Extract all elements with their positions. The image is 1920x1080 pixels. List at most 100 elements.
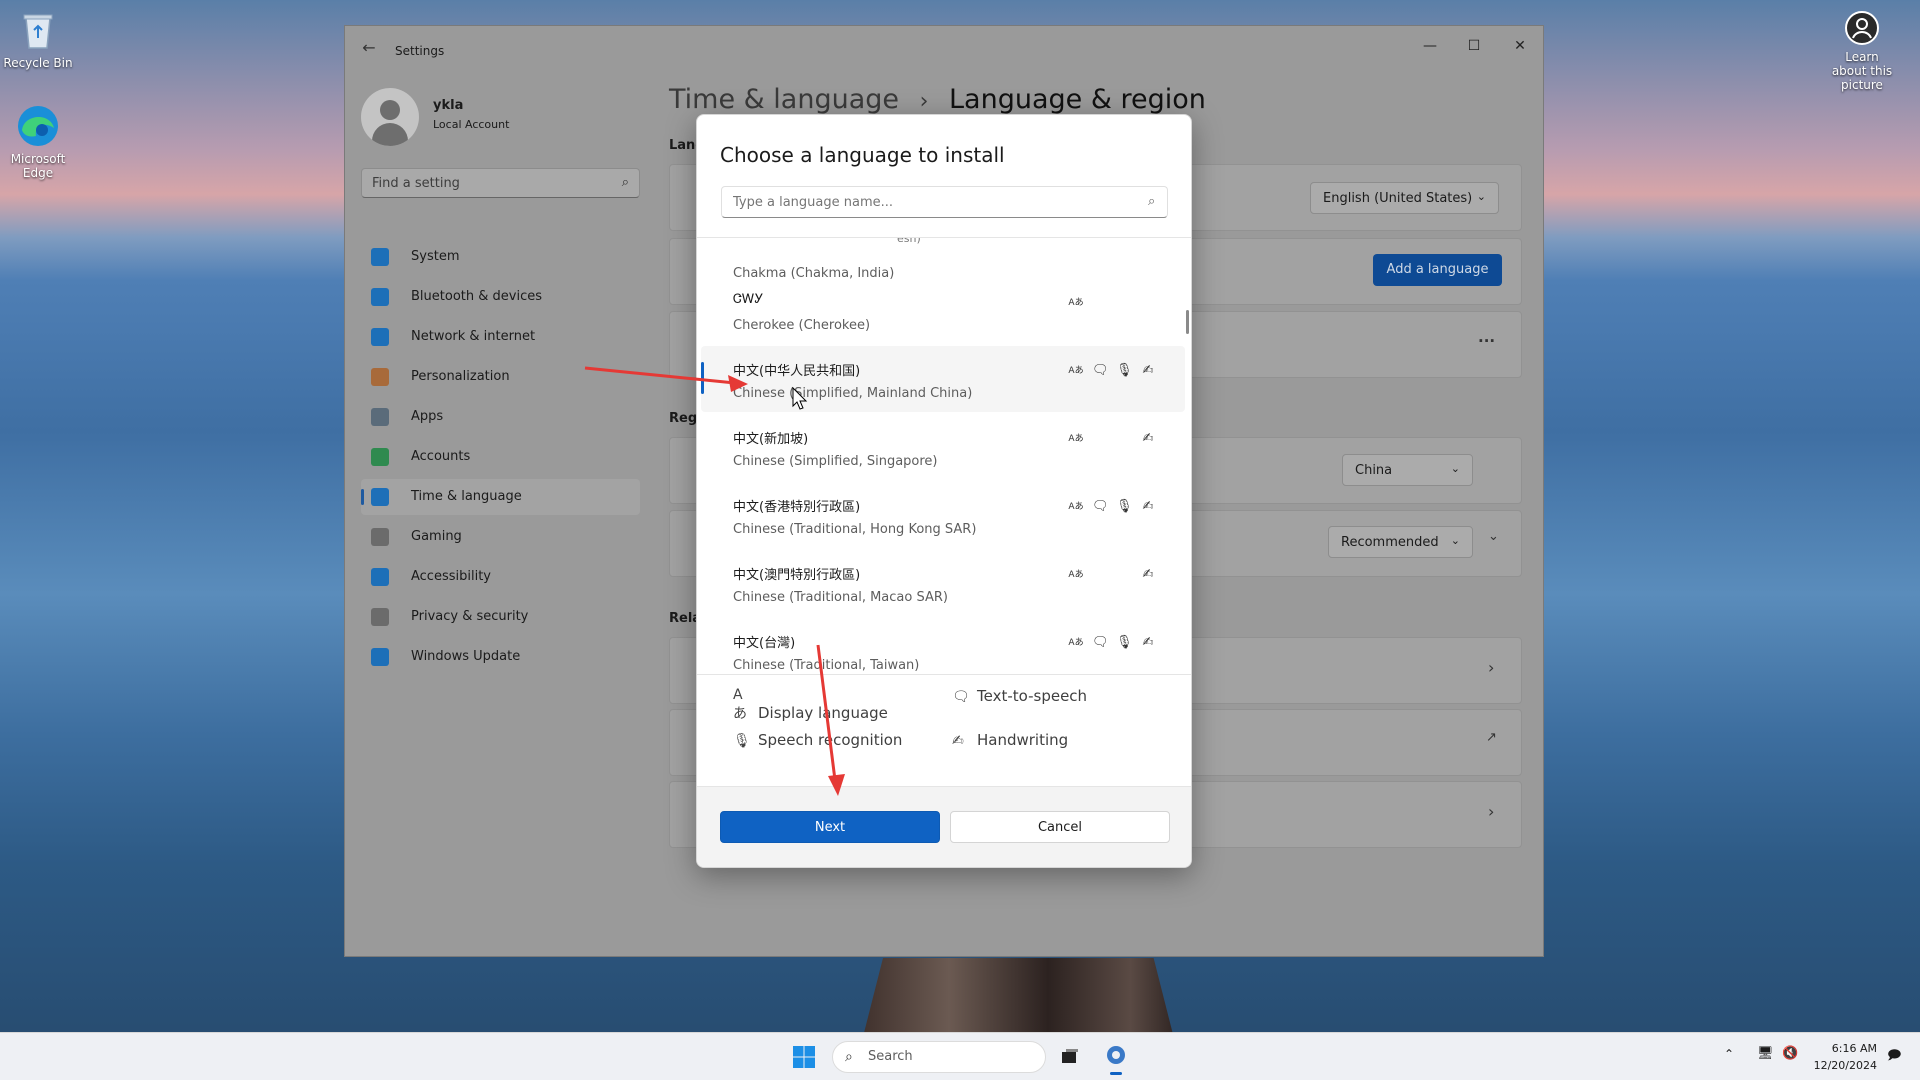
clock-date: 12/20/2024 <box>1813 1059 1877 1072</box>
sidebar-item-system[interactable]: System <box>361 239 640 275</box>
sidebar-nav: System Bluetooth & devices Network & inter… <box>361 239 640 679</box>
language-native-name: 中文(新加坡) <box>733 432 809 447</box>
edge-icon <box>16 104 60 148</box>
language-row[interactable]: 中文(新加坡) Chinese (Simplified, Singapore) Aあ… <box>701 414 1185 480</box>
start-windows-icon[interactable] <box>792 1045 816 1069</box>
display-language-icon: Aあ <box>1068 638 1084 648</box>
network-icon[interactable]: 🖥 <box>1757 1046 1774 1061</box>
avatar[interactable] <box>361 88 419 146</box>
handwriting-icon: ✍ <box>1142 431 1154 446</box>
legend-handwriting: ✍ Handwriting <box>952 731 1069 749</box>
bluetooth-icon <box>371 288 389 306</box>
sidebar-item-privacy-security[interactable]: Privacy & security <box>361 599 640 635</box>
breadcrumb-parent[interactable]: Time & language <box>669 84 899 115</box>
sidebar-item-apps[interactable]: Apps <box>361 399 640 435</box>
regional-format-dropdown[interactable]: Recommended ⌄ <box>1328 526 1473 558</box>
more-options-button[interactable]: ... <box>1478 328 1495 346</box>
text-to-speech-icon: 🗨 <box>1092 363 1109 378</box>
next-button[interactable]: Next <box>720 811 940 843</box>
search-icon: ⌕ <box>621 175 629 190</box>
edge-label: Microsoft Edge <box>10 152 66 180</box>
close-button[interactable]: ✕ <box>1497 32 1543 60</box>
task-view-icon[interactable] <box>1060 1047 1080 1067</box>
sidebar-item-time-language[interactable]: Time & language <box>361 479 640 515</box>
minimize-button[interactable]: — <box>1407 32 1453 60</box>
add-language-button[interactable]: Add a language <box>1373 254 1502 286</box>
notification-icon[interactable]: 🗩 <box>1887 1046 1901 1068</box>
language-list[interactable]: esh) Chakma (Chakma, India) ᏣᎳᎩ Cherokee (… <box>697 237 1191 675</box>
cancel-button[interactable]: Cancel <box>950 811 1170 843</box>
sidebar-item-label: System <box>411 249 460 264</box>
language-row[interactable]: 中文(中华人民共和国) Chinese (Simplified, Mainland… <box>701 346 1185 412</box>
display-language-value: English (United States) <box>1323 191 1473 206</box>
display-language-icon: Aあ <box>1068 434 1084 444</box>
clock-time: 6:16 AM <box>1831 1042 1877 1055</box>
person-icon <box>371 448 389 466</box>
country-dropdown[interactable]: China ⌄ <box>1342 454 1473 486</box>
maximize-button[interactable]: ☐ <box>1451 32 1497 60</box>
language-capabilities: Aあ ✍ <box>1068 566 1178 584</box>
open-external-icon: ↗ <box>1486 730 1497 745</box>
language-row[interactable]: ᏣᎳᎩ Cherokee (Cherokee) Aあ <box>701 278 1185 344</box>
desktop-rock-decoration <box>863 958 1174 1036</box>
sidebar-item-accounts[interactable]: Accounts <box>361 439 640 475</box>
list-scrollbar[interactable] <box>1186 310 1189 334</box>
sidebar-item-label: Apps <box>411 409 444 424</box>
system-clock[interactable]: 6:16 AM 12/20/2024 <box>1814 1040 1877 1074</box>
window-title: Settings <box>395 44 445 58</box>
language-capabilities: Aあ 🗨 🎙 ✍ <box>1068 634 1178 652</box>
edge-shortcut[interactable]: Microsoft Edge <box>0 104 76 180</box>
taskbar-search-box[interactable]: ⌕ Search <box>832 1041 1046 1073</box>
chevron-right-icon: › <box>1488 802 1495 821</box>
country-value: China <box>1355 463 1393 478</box>
language-english-name: Chinese (Traditional, Taiwan) <box>733 658 920 673</box>
shield-icon <box>371 608 389 626</box>
breadcrumb: Time & language › Language & region <box>669 84 1206 115</box>
chevron-right-icon: › <box>1488 658 1495 677</box>
dialog-footer: Next Cancel <box>697 786 1191 867</box>
taskbar-search-placeholder: Search <box>868 1049 913 1064</box>
microphone-icon: 🎙 <box>1116 363 1133 378</box>
handwriting-icon: ✍ <box>1142 567 1154 582</box>
accessibility-icon <box>371 568 389 586</box>
expand-chevron-icon[interactable]: ⌄ <box>1488 529 1499 544</box>
language-native-name: 中文(台灣) <box>733 636 796 651</box>
sidebar-item-label: Network & internet <box>411 329 536 344</box>
learn-about-picture-shortcut[interactable]: Learn about this picture <box>1822 10 1902 92</box>
language-english-name: Chinese (Simplified, Singapore) <box>733 454 938 469</box>
volume-icon[interactable]: 🔇 <box>1782 1046 1798 1061</box>
search-icon: ⌕ <box>1148 194 1156 209</box>
sidebar-item-accessibility[interactable]: Accessibility <box>361 559 640 595</box>
handwriting-icon: ✍ <box>952 733 964 749</box>
text-to-speech-icon: 🗨 <box>952 689 970 705</box>
sidebar-item-network-internet[interactable]: Network & internet <box>361 319 640 355</box>
language-native-name: 中文(中华人民共和国) <box>733 364 861 379</box>
taskbar: ⌕ Search ⌃ 🖥 🔇 6:16 AM 12/20/2024 🗩 <box>0 1032 1920 1080</box>
sidebar-item-personalization[interactable]: Personalization <box>361 359 640 395</box>
back-arrow-icon[interactable]: ← <box>357 38 381 62</box>
profile-account-type: Local Account <box>433 118 510 131</box>
breadcrumb-separator: › <box>919 89 929 114</box>
sidebar-item-label: Gaming <box>411 529 462 544</box>
language-row[interactable]: 中文(香港特別行政區) Chinese (Traditional, Hong Ko… <box>701 482 1185 548</box>
language-search-input[interactable] <box>721 186 1168 218</box>
recycle-bin-label: Recycle Bin <box>3 56 73 70</box>
settings-gear-icon[interactable] <box>1100 1039 1132 1075</box>
sidebar-item-windows-update[interactable]: Windows Update <box>361 639 640 675</box>
recycle-bin-shortcut[interactable]: Recycle Bin <box>0 8 76 70</box>
sidebar-item-gaming[interactable]: Gaming <box>361 519 640 555</box>
sidebar-item-label: Accounts <box>411 449 471 464</box>
sidebar-item-bluetooth-devices[interactable]: Bluetooth & devices <box>361 279 640 315</box>
language-native-name: 中文(香港特別行政區) <box>733 500 861 515</box>
tray-chevron-up-icon[interactable]: ⌃ <box>1724 1047 1734 1061</box>
language-row[interactable]: 中文(台灣) Chinese (Traditional, Taiwan) Aあ 🗨 🎙 ✍ <box>701 618 1185 674</box>
language-capabilities: Aあ ✍ <box>1068 430 1178 448</box>
legend-display-language: Aあ Display language <box>733 687 888 722</box>
display-language-dropdown[interactable]: English (United States) ⌄ <box>1310 182 1499 214</box>
language-row[interactable]: 中文(澳門特別行政區) Chinese (Traditional, Macao S… <box>701 550 1185 616</box>
language-english-name: Chinese (Traditional, Hong Kong SAR) <box>733 522 977 537</box>
language-english-name: Chinese (Traditional, Macao SAR) <box>733 590 948 605</box>
language-native-name: ᏣᎳᎩ <box>733 292 764 307</box>
find-setting-input[interactable]: Find a setting ⌕ <box>361 168 640 198</box>
display-language-icon: Aあ <box>1068 298 1084 308</box>
